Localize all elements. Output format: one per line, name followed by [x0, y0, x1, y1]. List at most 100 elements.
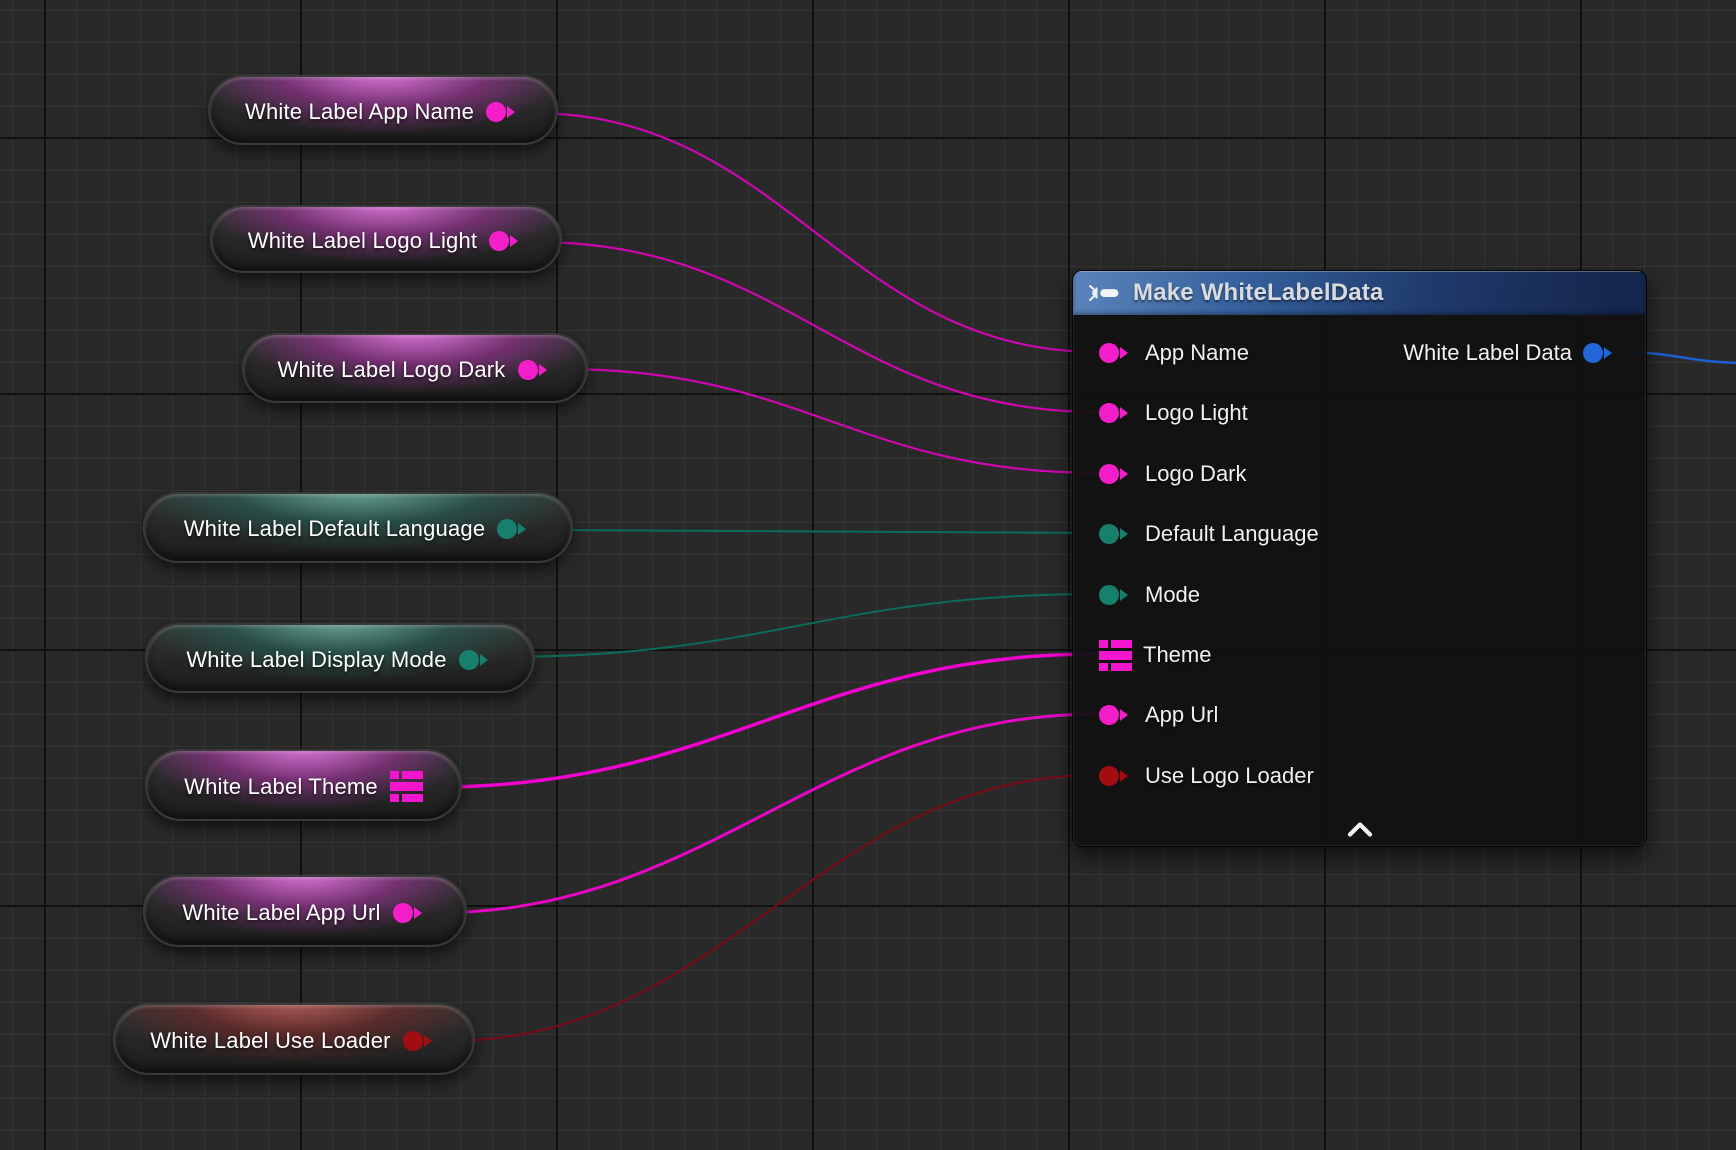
pin[interactable] — [1099, 585, 1134, 605]
struct-cell — [1099, 640, 1108, 648]
pin[interactable] — [489, 231, 524, 251]
struct-cell — [1099, 663, 1108, 671]
input-pin-row-theme: Theme — [1099, 640, 1211, 670]
pin[interactable] — [1099, 343, 1134, 363]
wire[interactable] — [562, 369, 1099, 473]
wire[interactable] — [437, 654, 1095, 787]
variable-node-label: White Label App Url — [182, 900, 380, 926]
struct-cell — [1111, 640, 1132, 648]
struct-cell — [1099, 651, 1132, 660]
pin-dot — [497, 519, 517, 539]
pin[interactable] — [497, 519, 532, 539]
make-struct-icon — [1086, 285, 1122, 301]
pin[interactable] — [486, 102, 521, 122]
input-pin-label: Logo Light — [1145, 400, 1248, 426]
pin-wing — [1120, 347, 1134, 359]
struct-cell — [402, 794, 423, 802]
wire[interactable] — [447, 775, 1099, 1041]
pin[interactable] — [459, 650, 494, 670]
struct-cell — [390, 771, 399, 779]
variable-node-white-label-app-name[interactable]: White Label App Name — [208, 75, 558, 145]
variable-node-label: White Label Logo Dark — [278, 357, 506, 383]
variable-node-white-label-theme[interactable]: White Label Theme — [145, 749, 462, 821]
variable-node-white-label-app-url[interactable]: White Label App Url — [143, 875, 467, 947]
pin-wing — [1120, 407, 1134, 419]
pin-dot — [1099, 766, 1119, 786]
output-pin-row: White Label Data — [1403, 338, 1618, 368]
pin[interactable] — [1099, 403, 1134, 423]
input-pin-row-logo-dark: Logo Dark — [1099, 459, 1247, 489]
struct-pin-icon[interactable] — [1099, 640, 1132, 671]
input-pin-label: Theme — [1143, 642, 1211, 668]
pin-dot — [486, 102, 506, 122]
struct-cell — [402, 771, 423, 779]
pin-wing — [414, 907, 428, 919]
input-pin-label: Mode — [1145, 582, 1200, 608]
variable-node-label: White Label Display Mode — [186, 647, 446, 673]
pin-dot — [489, 231, 509, 251]
input-pin-row-default-language: Default Language — [1099, 519, 1319, 549]
pin-wing — [480, 654, 494, 666]
variable-node-white-label-logo-dark[interactable]: White Label Logo Dark — [242, 333, 588, 403]
pin-dot — [459, 650, 479, 670]
collapse-node-button[interactable] — [1340, 818, 1380, 840]
chevron-up-icon — [1346, 822, 1374, 837]
input-pin-row-app-name: App Name — [1099, 338, 1249, 368]
input-pin-label: Default Language — [1145, 521, 1319, 547]
pin[interactable] — [1099, 705, 1134, 725]
pin-wing — [1120, 770, 1134, 782]
pin-dot — [1099, 464, 1119, 484]
pin[interactable] — [1099, 524, 1134, 544]
variable-node-label: White Label Logo Light — [248, 228, 477, 254]
pin[interactable] — [1099, 464, 1134, 484]
blueprint-graph-canvas[interactable]: White Label App Name White Label Logo Lig… — [0, 0, 1736, 1150]
input-pin-row-app-url: App Url — [1099, 700, 1218, 730]
wire[interactable] — [433, 714, 1099, 913]
variable-node-label: White Label Default Language — [184, 516, 486, 542]
variable-node-white-label-default-language[interactable]: White Label Default Language — [143, 492, 573, 563]
input-pin-label: App Name — [1145, 340, 1249, 366]
pin-wing — [1120, 528, 1134, 540]
pin-wing — [1604, 347, 1618, 359]
node-title: Make WhiteLabelData — [1133, 279, 1384, 307]
pin-dot — [1099, 403, 1119, 423]
variable-node-label: White Label Theme — [184, 774, 378, 800]
input-pin-label: Use Logo Loader — [1145, 763, 1314, 789]
pin[interactable] — [403, 1031, 438, 1051]
pin-wing — [1120, 468, 1134, 480]
input-pin-row-logo-light: Logo Light — [1099, 398, 1248, 428]
input-pin-label: Logo Dark — [1145, 461, 1247, 487]
variable-node-label: White Label Use Loader — [150, 1028, 390, 1054]
pin-dot — [1099, 524, 1119, 544]
input-pin-row-use-logo-loader: Use Logo Loader — [1099, 761, 1314, 791]
pin-wing — [424, 1035, 438, 1047]
pin[interactable] — [1099, 766, 1134, 786]
pin-dot — [1099, 343, 1119, 363]
struct-cell — [390, 794, 399, 802]
output-pin-label: White Label Data — [1403, 340, 1572, 366]
node-header[interactable]: Make WhiteLabelData — [1073, 271, 1646, 315]
pin-dot — [1583, 343, 1603, 363]
struct-cell — [390, 782, 423, 791]
variable-node-white-label-display-mode[interactable]: White Label Display Mode — [145, 623, 535, 693]
wire[interactable] — [535, 242, 1099, 412]
struct-pin-icon[interactable] — [390, 771, 423, 802]
pin-wing — [539, 364, 553, 376]
pin[interactable] — [518, 360, 553, 380]
white-label-data-output-pin[interactable] — [1583, 343, 1618, 363]
pin-dot — [393, 903, 413, 923]
wire[interactable] — [500, 594, 1099, 657]
pin-dot — [1099, 585, 1119, 605]
pin-dot — [403, 1031, 423, 1051]
pin-wing — [1120, 709, 1134, 721]
make-whitelabeldata-node[interactable]: Make WhiteLabelData White Label Data App… — [1072, 270, 1647, 847]
variable-node-white-label-use-loader[interactable]: White Label Use Loader — [113, 1003, 475, 1075]
variable-node-white-label-logo-light[interactable]: White Label Logo Light — [210, 205, 562, 273]
wire[interactable] — [548, 530, 1099, 533]
wire[interactable] — [532, 113, 1099, 352]
pin[interactable] — [393, 903, 428, 923]
variable-node-label: White Label App Name — [245, 99, 474, 125]
input-pin-row-mode: Mode — [1099, 580, 1200, 610]
pin-dot — [1099, 705, 1119, 725]
pin-wing — [510, 235, 524, 247]
